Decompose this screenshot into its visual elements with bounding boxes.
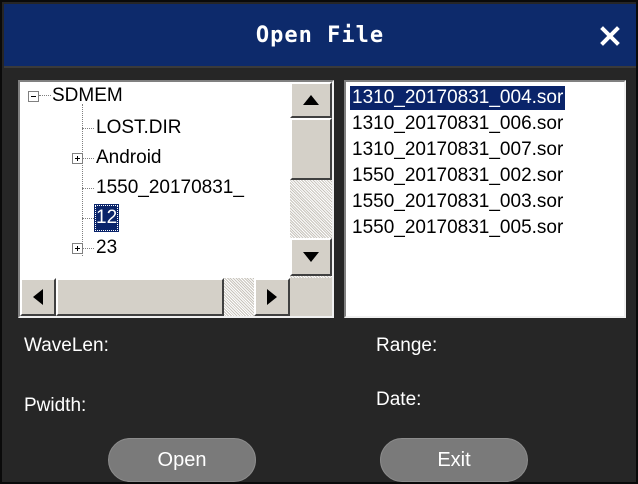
horizontal-scrollbar[interactable] bbox=[20, 278, 290, 316]
expand-icon[interactable] bbox=[72, 243, 83, 254]
file-item[interactable]: 1550_20170831_005.sor bbox=[350, 216, 565, 240]
file-item[interactable]: 1550_20170831_002.sor bbox=[350, 164, 565, 188]
file-item[interactable]: 1550_20170831_003.sor bbox=[350, 190, 565, 214]
scroll-right-button[interactable] bbox=[254, 278, 290, 316]
exit-button[interactable]: Exit bbox=[380, 438, 528, 482]
folder-tree[interactable]: SDMEM LOST.DIR Android 1550_20170831_ 12 bbox=[18, 80, 334, 318]
file-list[interactable]: 1310_20170831_004.sor 1310_20170831_006.… bbox=[344, 80, 626, 318]
scrollbar-corner bbox=[290, 278, 332, 316]
tree-item-label: SDMEM bbox=[52, 85, 123, 106]
open-file-dialog: Open File SDMEM LOST.DIR Android 1550_20… bbox=[0, 0, 638, 484]
tree-item-1550-folder[interactable]: 1550_20170831_ bbox=[20, 174, 290, 202]
file-item[interactable]: 1310_20170831_006.sor bbox=[350, 112, 565, 136]
expand-icon[interactable] bbox=[72, 153, 83, 164]
tree-item-12[interactable]: 12 bbox=[20, 204, 290, 232]
collapse-icon[interactable] bbox=[28, 91, 39, 102]
scroll-left-button[interactable] bbox=[20, 278, 56, 316]
close-button[interactable] bbox=[590, 16, 630, 56]
horizontal-scroll-thumb[interactable] bbox=[56, 278, 224, 316]
folder-tree-content: SDMEM LOST.DIR Android 1550_20170831_ 12 bbox=[20, 82, 290, 278]
tree-item-label: Android bbox=[96, 147, 162, 168]
tree-item-label: 12 bbox=[94, 204, 120, 232]
tree-item-android[interactable]: Android bbox=[20, 144, 290, 172]
open-button[interactable]: Open bbox=[108, 438, 256, 482]
tree-item-label: 23 bbox=[96, 237, 118, 258]
wavelen-label: WaveLen: bbox=[24, 335, 109, 356]
tree-item-label: LOST.DIR bbox=[96, 117, 182, 138]
file-item[interactable]: 1310_20170831_007.sor bbox=[350, 138, 565, 162]
title-bar: Open File bbox=[4, 4, 636, 68]
arrow-left-icon bbox=[33, 289, 43, 305]
tree-item-label: 1550_20170831_ bbox=[96, 177, 244, 198]
vertical-scroll-thumb[interactable] bbox=[290, 118, 332, 180]
date-label: Date: bbox=[376, 389, 422, 410]
dialog-title: Open File bbox=[255, 23, 385, 48]
file-item[interactable]: 1310_20170831_004.sor bbox=[350, 86, 566, 110]
tree-item-sdmem[interactable]: SDMEM bbox=[20, 82, 290, 110]
scroll-up-button[interactable] bbox=[290, 82, 332, 118]
close-icon bbox=[600, 26, 620, 46]
arrow-right-icon bbox=[267, 289, 277, 305]
arrow-up-icon bbox=[303, 95, 319, 105]
scroll-down-button[interactable] bbox=[290, 238, 332, 276]
pwidth-label: Pwidth: bbox=[24, 395, 87, 416]
tree-item-23[interactable]: 23 bbox=[20, 234, 290, 262]
range-label: Range: bbox=[376, 335, 438, 356]
vertical-scrollbar[interactable] bbox=[290, 82, 332, 278]
arrow-down-icon bbox=[303, 252, 319, 262]
tree-item-lost-dir[interactable]: LOST.DIR bbox=[20, 114, 290, 142]
